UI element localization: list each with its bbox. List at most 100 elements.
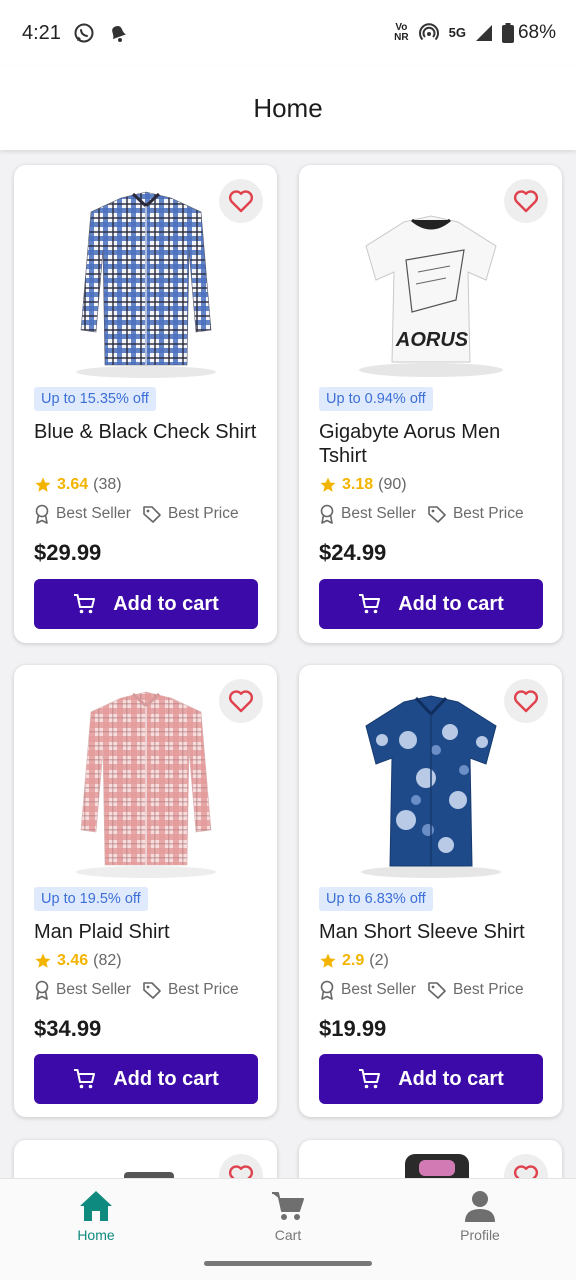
product-tags: Best Seller Best Price	[319, 504, 524, 524]
best-price-tag: Best Price	[427, 505, 524, 523]
product-name[interactable]: Gigabyte Aorus Men Tshirt	[319, 420, 551, 468]
app-header: Home	[0, 66, 576, 150]
product-card-partial[interactable]	[299, 1140, 562, 1178]
notification-bell-icon	[107, 22, 129, 44]
gesture-home-indicator[interactable]	[204, 1261, 372, 1266]
status-time: 4:21	[22, 21, 61, 44]
hotspot-icon	[418, 22, 440, 44]
best-price-tag: Best Price	[142, 981, 239, 999]
cart-icon	[359, 594, 381, 614]
favorite-button[interactable]	[504, 679, 548, 723]
best-seller-tag: Best Seller	[34, 980, 131, 1000]
cart-icon	[74, 1069, 96, 1089]
add-to-cart-button[interactable]: Add to cart	[319, 1054, 543, 1104]
volte-nr-icon: Vo NR	[394, 23, 408, 43]
best-price-label: Best Price	[167, 505, 239, 522]
review-count: (2)	[369, 952, 389, 969]
discount-badge: Up to 0.94% off	[319, 387, 433, 411]
product-price: $19.99	[319, 1016, 387, 1041]
best-seller-label: Best Seller	[341, 981, 416, 998]
rating-value: 2.9	[342, 952, 365, 969]
nav-cart-label: Cart	[274, 1227, 302, 1243]
best-price-label: Best Price	[452, 505, 524, 522]
add-to-cart-label: Add to cart	[113, 592, 219, 615]
product-price: $29.99	[34, 540, 102, 565]
best-seller-tag: Best Seller	[34, 504, 131, 524]
product-price: $34.99	[34, 1016, 102, 1041]
cart-icon	[359, 1069, 381, 1089]
heart-icon	[228, 690, 254, 713]
award-ribbon-icon	[320, 980, 334, 1000]
blue-floral-shirt-image	[360, 695, 501, 878]
cart-icon	[74, 594, 96, 614]
favorite-button[interactable]	[219, 179, 263, 223]
heart-icon	[513, 1165, 539, 1178]
tshirt-print-text: AORUS	[394, 329, 468, 351]
discount-badge: Up to 19.5% off	[34, 887, 148, 911]
floral-print-patch	[419, 1160, 455, 1176]
add-to-cart-button[interactable]: Add to cart	[319, 579, 543, 629]
nav-home[interactable]: Home	[36, 1189, 156, 1243]
nav-cart[interactable]: Cart	[228, 1189, 348, 1243]
best-seller-tag: Best Seller	[319, 504, 416, 524]
best-seller-label: Best Seller	[341, 505, 416, 522]
product-grid[interactable]: Up to 15.35% off Blue & Black Check Shir…	[0, 150, 576, 1178]
product-card[interactable]: AORUS Up to 0.94% off Gigabyte Aorus Men…	[299, 165, 562, 643]
add-to-cart-label: Add to cart	[398, 1067, 504, 1090]
best-seller-label: Best Seller	[56, 981, 131, 998]
heart-icon	[228, 1165, 254, 1178]
star-icon	[320, 953, 336, 968]
home-icon	[80, 1191, 112, 1221]
product-card[interactable]: Up to 19.5% off Man Plaid Shirt 3.46 (82…	[14, 665, 277, 1117]
status-bar: 4:21 Vo NR 5G 68%	[0, 0, 576, 66]
favorite-button[interactable]	[504, 179, 548, 223]
profile-icon	[465, 1191, 495, 1222]
status-left: 4:21	[22, 22, 129, 45]
best-seller-label: Best Seller	[56, 505, 131, 522]
award-ribbon-icon	[320, 504, 334, 524]
aorus-tshirt-image: AORUS	[358, 215, 503, 377]
signal-icon	[475, 24, 493, 42]
nav-home-label: Home	[77, 1227, 115, 1243]
product-image-partial	[405, 1154, 469, 1178]
heart-icon	[228, 190, 254, 213]
red-plaid-shirt-image	[75, 691, 216, 878]
product-card-partial[interactable]	[14, 1140, 277, 1178]
product-rating: 3.46 (82)	[34, 952, 122, 970]
favorite-button[interactable]	[219, 679, 263, 723]
product-price: $24.99	[319, 540, 387, 565]
rating-value: 3.46	[57, 952, 89, 969]
product-rating: 3.64 (38)	[34, 476, 122, 494]
award-ribbon-icon	[35, 980, 49, 1000]
product-tags: Best Seller Best Price	[34, 980, 239, 1000]
blue-check-shirt-image	[75, 191, 216, 378]
best-price-tag: Best Price	[427, 981, 524, 999]
product-rating: 3.18 (90)	[319, 476, 407, 494]
review-count: (38)	[93, 476, 122, 493]
cart-icon	[272, 1192, 304, 1220]
favorite-button[interactable]	[504, 1154, 548, 1178]
product-name[interactable]: Man Short Sleeve Shirt	[319, 920, 551, 944]
add-to-cart-button[interactable]: Add to cart	[34, 579, 258, 629]
nav-profile[interactable]: Profile	[420, 1189, 540, 1243]
page-title: Home	[253, 92, 323, 123]
review-count: (90)	[378, 476, 407, 493]
product-rating: 2.9 (2)	[319, 952, 389, 970]
volte-bottom-text: NR	[394, 32, 409, 43]
review-count: (82)	[93, 952, 122, 969]
product-name[interactable]: Man Plaid Shirt	[34, 920, 266, 944]
whatsapp-icon	[73, 22, 95, 44]
star-icon	[35, 477, 51, 492]
5g-icon: 5G	[448, 25, 466, 40]
discount-badge: Up to 6.83% off	[319, 887, 433, 911]
favorite-button[interactable]	[219, 1154, 263, 1178]
status-right: Vo NR 5G 68%	[394, 22, 556, 44]
product-card[interactable]: Up to 6.83% off Man Short Sleeve Shirt 2…	[299, 665, 562, 1117]
product-tags: Best Seller Best Price	[34, 504, 239, 524]
product-name[interactable]: Blue & Black Check Shirt	[34, 420, 266, 444]
product-card[interactable]: Up to 15.35% off Blue & Black Check Shir…	[14, 165, 277, 643]
price-tag-icon	[428, 506, 446, 523]
add-to-cart-button[interactable]: Add to cart	[34, 1054, 258, 1104]
rating-value: 3.18	[342, 476, 374, 493]
product-tags: Best Seller Best Price	[319, 980, 524, 1000]
